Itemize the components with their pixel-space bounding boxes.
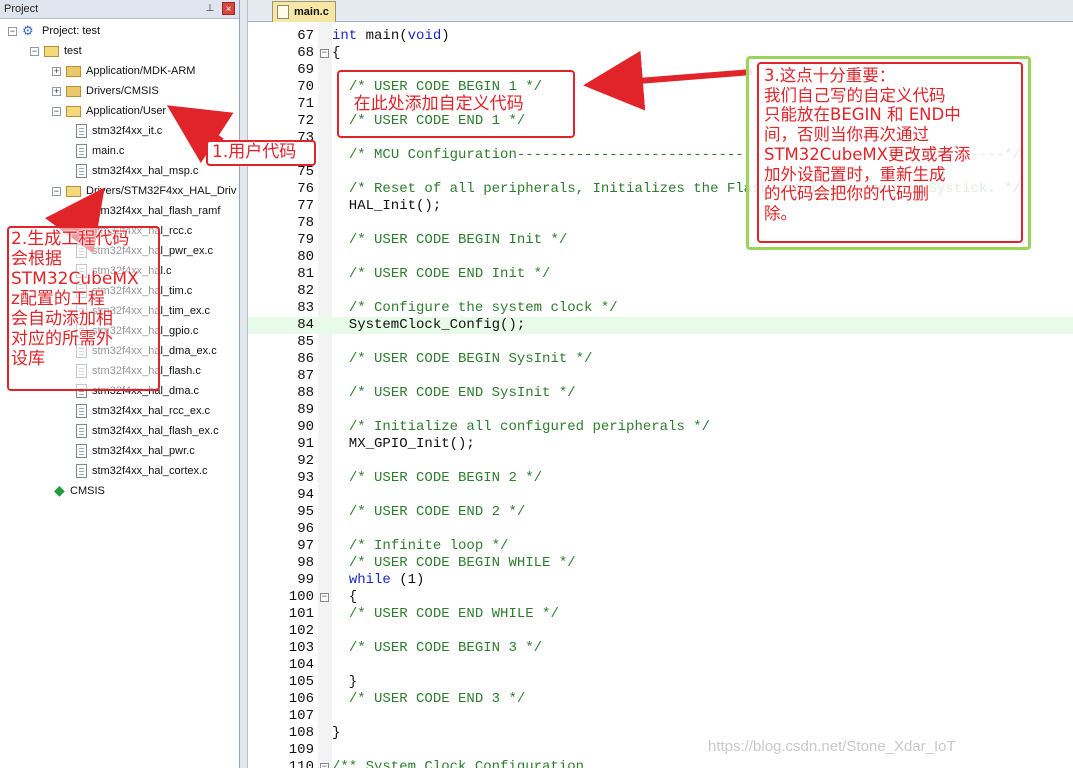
- note-2-line: 设库: [11, 349, 45, 369]
- note-3-line: 除。: [764, 203, 797, 223]
- note-2-line: z配置的工程: [11, 289, 105, 309]
- note-3-line: 只能放在BEGIN 和 END中: [764, 105, 961, 125]
- note-2-line: 会根据: [11, 249, 62, 269]
- note-3-line: 间，否则当你再次通过: [764, 125, 929, 145]
- arrow-3: [583, 50, 753, 111]
- note-2-line: 2.生成工程代码: [11, 229, 130, 249]
- note-3-text: 3.这点十分重要： 我们自己写的自定义代码 只能放在BEGIN 和 END中 间…: [764, 66, 970, 224]
- arrow-1: [166, 105, 234, 164]
- note-3-line: 3.这点十分重要：: [764, 66, 896, 85]
- highlight-box-user-code-1: [337, 70, 575, 138]
- note-2-line: STM32CubeMX: [11, 269, 139, 289]
- note-1-text: 1.用户代码: [212, 142, 297, 162]
- note-2-text: 2.生成工程代码 会根据 STM32CubeMX z配置的工程 会自动添加相 对…: [11, 229, 139, 369]
- note-2-line: 对应的所需外: [11, 329, 113, 349]
- note-3-line: 加外设配置时，重新生成: [764, 164, 946, 184]
- note-3-line: 的代码会把你的代码删: [764, 184, 929, 204]
- note-3-line: STM32CubeMX更改或者添: [764, 144, 971, 164]
- note-3-line: 我们自己写的自定义代码: [764, 85, 946, 105]
- watermark: https://blog.csdn.net/Stone_Xdar_IoT: [708, 738, 956, 755]
- note-2-line: 会自动添加相: [11, 309, 113, 329]
